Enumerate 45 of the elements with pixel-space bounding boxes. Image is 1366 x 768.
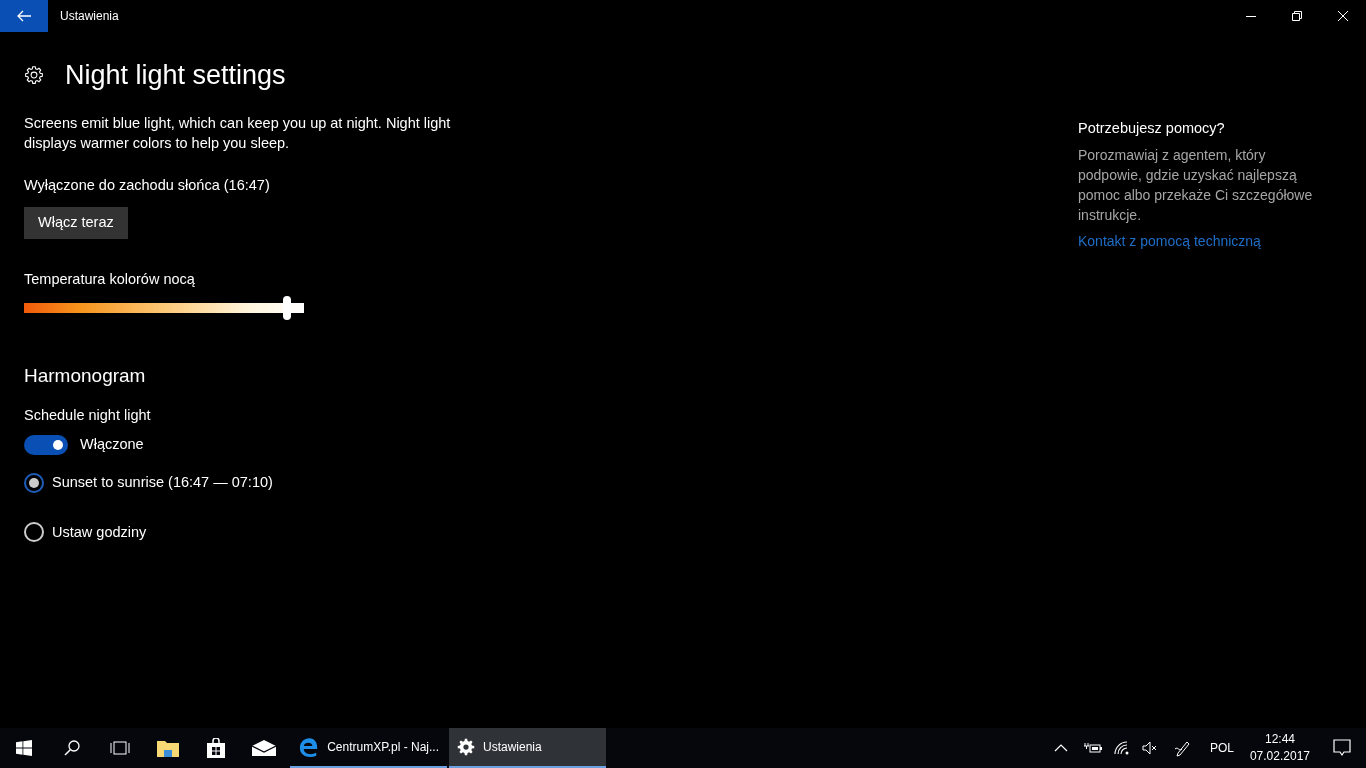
toggle-label: Włączone [80, 435, 144, 454]
task-view-icon [109, 741, 131, 755]
clock-date: 07.02.2017 [1249, 748, 1310, 765]
toggle-switch[interactable] [24, 434, 68, 455]
help-heading: Potrzebujesz pomocy? [1078, 119, 1226, 138]
close-icon [1338, 11, 1348, 21]
window-title: Ustawienia [60, 8, 119, 25]
support-link[interactable]: Kontakt z pomocą techniczną [1078, 231, 1314, 252]
windows-logo-icon [16, 740, 32, 756]
radio-label: Sunset to sunrise (16:47 — 07:10) [52, 472, 273, 492]
minimize-icon [1246, 15, 1256, 17]
back-arrow-icon [17, 10, 31, 22]
folder-icon [157, 739, 179, 757]
search-icon [64, 740, 80, 756]
radio-label: Ustaw godziny [52, 522, 147, 542]
speaker-muted-icon[interactable] [1141, 741, 1158, 755]
clock[interactable]: 12:44 07.02.2017 [1249, 731, 1310, 765]
pen-icon[interactable] [1173, 739, 1192, 757]
toggle-knob [53, 439, 63, 450]
battery-icon[interactable] [1083, 742, 1102, 754]
schedule-label: Schedule night light [24, 406, 152, 425]
chevron-up-icon[interactable] [1053, 744, 1068, 752]
description-text: Screens emit blue light, which can keep you up at night. Night light displays warmer colors to help you sleep. [24, 114, 452, 153]
slider-thumb[interactable] [283, 296, 292, 320]
section-heading: Harmonogram [24, 364, 147, 388]
taskbar-app-button[interactable]: Ustawienia [449, 728, 606, 768]
clock-time: 12:44 [1264, 731, 1295, 748]
gear-icon [457, 738, 475, 756]
temperature-label: Temperatura kolorów nocą [24, 270, 196, 289]
wifi-icon[interactable] [1113, 741, 1130, 755]
page-title: Night light settings [65, 59, 286, 92]
temperature-slider[interactable] [24, 296, 304, 320]
restore-icon [1292, 11, 1302, 21]
shopping-bag-icon [206, 738, 226, 758]
taskbar-app-button[interactable]: CentrumXP.pl - Naj... [290, 728, 447, 768]
radio-button[interactable] [24, 472, 44, 493]
letter-e-icon [298, 736, 320, 758]
status-text: Wyłączone do zachodu słońca (16:47) [24, 176, 271, 195]
speech-bubble-icon [1333, 739, 1351, 757]
language-indicator[interactable]: POL [1209, 739, 1234, 757]
settings-icon [24, 65, 44, 85]
help-text: Porozmawiaj z agentem, który podpowie, gdzie uzyskać najlepszą pomoc albo przekaże Ci szczegółowe instrukcje. [1078, 146, 1314, 225]
back-button[interactable] [0, 0, 48, 32]
turn-on-now-button[interactable]: Włącz teraz [24, 207, 128, 239]
envelope-icon [252, 740, 276, 756]
